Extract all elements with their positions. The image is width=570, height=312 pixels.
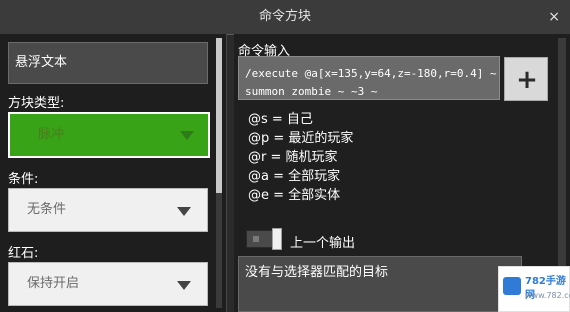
watermark-badge-icon [503, 277, 521, 295]
block-type-label: 方块类型: [8, 96, 65, 111]
settings-scroll-thumb[interactable] [216, 38, 222, 193]
redstone-value: 保持开启 [27, 276, 80, 291]
redstone-label: 红石: [8, 246, 39, 261]
block-type-dropdown[interactable]: 脉冲 [8, 112, 210, 158]
plus-icon: + [516, 65, 538, 95]
output-box: 没有与选择器匹配的目标 [238, 256, 522, 312]
window-title: 命令方块 [258, 9, 311, 24]
previous-output-label: 上一个输出 [290, 236, 356, 251]
selector-help-list: @s = 自己 @p = 最近的玩家 @r = 随机玩家 @a = 全部玩家 @… [248, 110, 488, 205]
block-type-value: 脉冲 [38, 127, 65, 142]
condition-value: 无条件 [27, 202, 67, 217]
chevron-down-icon [177, 281, 191, 290]
hover-text-input[interactable]: 悬浮文本 [8, 42, 208, 84]
settings-scrollbar[interactable] [216, 38, 222, 308]
watermark-logo: 782手游网 www.782.com [498, 266, 570, 312]
watermark-subtext: www.782.com [525, 291, 570, 300]
chevron-down-icon [180, 131, 194, 140]
add-command-button[interactable]: + [504, 57, 548, 101]
close-icon[interactable]: × [548, 0, 560, 34]
toggle-knob[interactable] [272, 228, 282, 250]
condition-dropdown[interactable]: 无条件 [8, 188, 208, 232]
redstone-dropdown[interactable]: 保持开启 [8, 262, 208, 306]
previous-output-toggle[interactable] [246, 228, 282, 250]
selector-help-item: @p = 最近的玩家 [248, 131, 354, 146]
title-bar: 命令方块 × [0, 0, 570, 35]
watermark-text: 782手游网 [525, 276, 566, 301]
toggle-pip [253, 236, 259, 242]
selector-help-item: @r = 随机玩家 [248, 150, 338, 165]
selector-help-item: @e = 全部实体 [248, 188, 341, 203]
chevron-down-icon [177, 207, 191, 216]
selector-help-item: @a = 全部玩家 [248, 169, 341, 184]
selector-help-item: @s = 自己 [248, 112, 313, 127]
condition-label: 条件: [8, 172, 39, 187]
command-input-field[interactable]: /execute @a[x=135,y=64,z=-180,r=0.4] ~ ~… [238, 56, 500, 100]
